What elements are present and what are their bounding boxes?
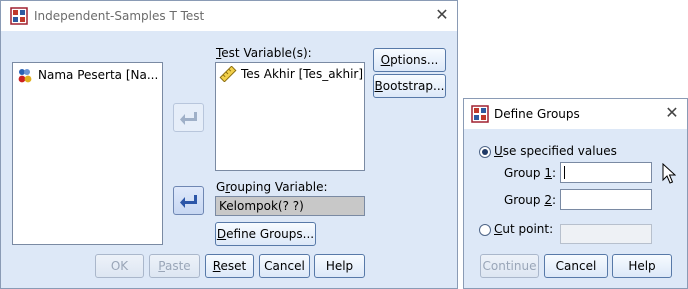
list-item-label: Tes Akhir [Tes_akhir] — [241, 67, 364, 81]
bootstrap-button[interactable]: Bootstrap... — [373, 74, 446, 98]
continue-button[interactable]: Continue — [480, 254, 539, 278]
independent-samples-t-test-dialog: Independent-Samples T Test ✕ Nama Pesert… — [0, 0, 458, 289]
test-variable-list[interactable]: Tes Akhir [Tes_akhir] — [215, 62, 365, 171]
list-item-label: Nama Peserta [Na... — [38, 68, 159, 82]
move-test-variable-button[interactable] — [173, 103, 204, 132]
group-1-input[interactable] — [560, 162, 652, 183]
spss-app-icon — [10, 7, 28, 25]
source-variable-list[interactable]: Nama Peserta [Na... — [12, 62, 163, 245]
grouping-variable-field[interactable]: Kelompok(? ?) — [215, 196, 365, 216]
dialog-title: Define Groups — [494, 107, 580, 121]
ok-button[interactable]: OK — [95, 254, 144, 278]
cancel-button[interactable]: Cancel — [259, 254, 310, 278]
define-groups-button[interactable]: Define Groups... — [215, 222, 316, 246]
spss-app-icon — [471, 105, 489, 123]
cancel-button[interactable]: Cancel — [544, 254, 608, 278]
ruler-scale-variable-icon — [219, 66, 237, 82]
group-1-label: Group 1: — [504, 166, 557, 180]
use-specified-values-label: Use specified values — [494, 144, 617, 158]
test-variable-label: Test Variable(s): — [216, 46, 312, 60]
group-2-input[interactable] — [560, 189, 652, 210]
grouping-variable-value: Kelompok(? ?) — [219, 199, 304, 213]
close-icon[interactable]: ✕ — [663, 104, 681, 122]
close-icon[interactable]: ✕ — [433, 6, 451, 24]
title-bar[interactable]: Independent-Samples T Test ✕ — [1, 1, 457, 31]
title-bar[interactable]: Define Groups ✕ — [464, 99, 687, 129]
text-caret — [564, 166, 565, 179]
cut-point-input[interactable] — [560, 224, 652, 244]
dialog-title: Independent-Samples T Test — [34, 9, 205, 23]
arrow-move-icon — [180, 112, 197, 125]
define-groups-dialog: Define Groups ✕ Use specified values Gro… — [463, 98, 688, 289]
use-specified-values-radio[interactable] — [479, 146, 491, 158]
grouping-variable-label: Grouping Variable: — [216, 180, 328, 194]
help-button[interactable]: Help — [314, 254, 365, 278]
cut-point-radio[interactable] — [479, 224, 491, 236]
move-grouping-variable-button[interactable] — [173, 186, 204, 215]
nominal-variable-icon — [18, 69, 32, 83]
cut-point-label: Cut point: — [494, 222, 554, 236]
help-button[interactable]: Help — [612, 254, 672, 278]
group-2-label: Group 2: — [504, 193, 557, 207]
options-button[interactable]: Options... — [373, 48, 446, 72]
mouse-pointer-icon — [662, 163, 676, 184]
arrow-move-icon — [180, 195, 197, 208]
paste-button[interactable]: Paste — [149, 254, 200, 278]
reset-button[interactable]: Reset — [205, 254, 254, 278]
